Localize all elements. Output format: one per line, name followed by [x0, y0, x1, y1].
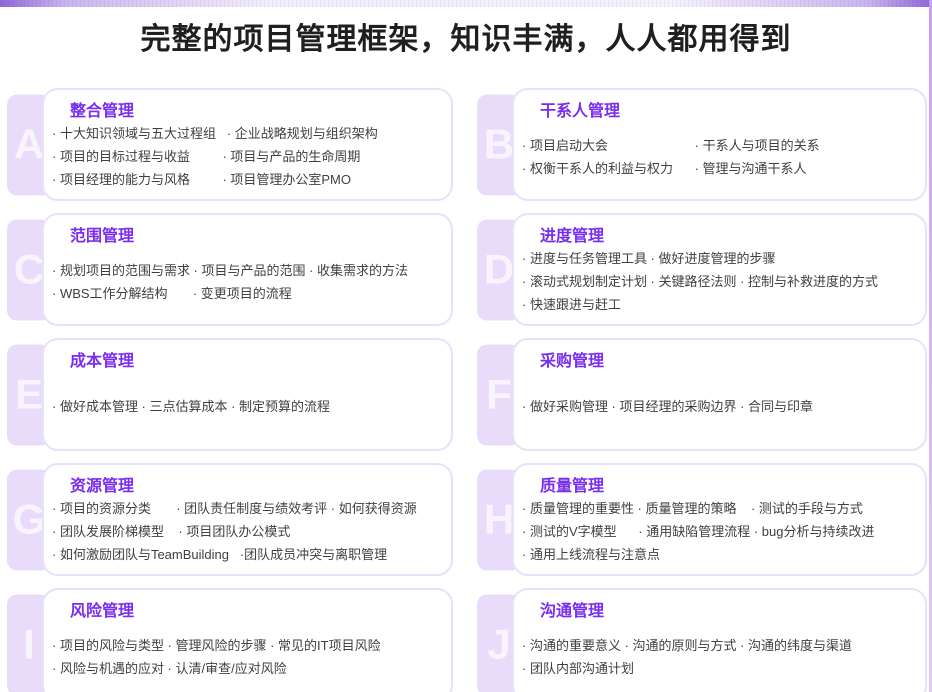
card-body: · 做好成本管理 · 三点估算成本 · 制定预算的流程	[52, 372, 439, 441]
card-title: 成本管理	[70, 352, 439, 372]
badge-letter: D	[484, 246, 514, 294]
card-line: · 项目启动大会 · 干系人与项目的关系	[522, 134, 913, 157]
badge-letter: B	[484, 121, 514, 169]
top-gradient-bar	[0, 0, 932, 7]
card-body: · 沟通的重要意义 · 沟通的原则与方式 · 沟通的纬度与渠道 · 团队内部沟通…	[522, 622, 913, 691]
card-line: · 项目经理的能力与风格 · 项目管理办公室PMO	[52, 168, 439, 191]
card: 进度管理 · 进度与任务管理工具 · 做好进度管理的步骤 · 滚动式规划制定计划…	[512, 213, 927, 326]
badge-letter: G	[13, 496, 46, 544]
card-line: · 通用上线流程与注意点	[522, 543, 913, 566]
card-quality-management: H 质量管理 · 质量管理的重要性 · 质量管理的策略 · 测试的手段与方式 ·…	[477, 463, 927, 576]
card-line: · WBS工作分解结构 · 变更项目的流程	[52, 282, 439, 305]
card-body: · 进度与任务管理工具 · 做好进度管理的步骤 · 滚动式规划制定计划 · 关键…	[522, 247, 913, 316]
card-title: 资源管理	[70, 477, 439, 497]
card-line: · 快速跟进与赶工	[522, 293, 913, 316]
card-body: · 质量管理的重要性 · 质量管理的策略 · 测试的手段与方式 · 测试的V字模…	[522, 497, 913, 566]
card: 干系人管理 · 项目启动大会 · 干系人与项目的关系 · 权衡干系人的利益与权力…	[512, 88, 927, 201]
card-line: · 团队内部沟通计划	[522, 657, 913, 680]
card-body: · 十大知识领域与五大过程组 · 企业战略规划与组织架构 · 项目的目标过程与收…	[52, 122, 439, 191]
card-body: · 做好采购管理 · 项目经理的采购边界 · 合同与印章	[522, 372, 913, 441]
card: 沟通管理 · 沟通的重要意义 · 沟通的原则与方式 · 沟通的纬度与渠道 · 团…	[512, 588, 927, 692]
card: 整合管理 · 十大知识领域与五大过程组 · 企业战略规划与组织架构 · 项目的目…	[42, 88, 453, 201]
card-line: · 沟通的重要意义 · 沟通的原则与方式 · 沟通的纬度与渠道	[522, 634, 913, 657]
card-risk-management: I 风险管理 · 项目的风险与类型 · 管理风险的步骤 · 常见的IT项目风险 …	[7, 588, 453, 692]
badge-letter: F	[486, 371, 512, 419]
card: 质量管理 · 质量管理的重要性 · 质量管理的策略 · 测试的手段与方式 · 测…	[512, 463, 927, 576]
page-title: 完整的项目管理框架，知识丰满，人人都用得到	[0, 14, 932, 58]
card-communication-management: J 沟通管理 · 沟通的重要意义 · 沟通的原则与方式 · 沟通的纬度与渠道 ·…	[477, 588, 927, 692]
card-title: 干系人管理	[540, 102, 913, 122]
card-title: 质量管理	[540, 477, 913, 497]
badge-letter: I	[23, 621, 35, 669]
card-title: 范围管理	[70, 227, 439, 247]
card-line: · 质量管理的重要性 · 质量管理的策略 · 测试的手段与方式	[522, 497, 913, 520]
card-title: 沟通管理	[540, 602, 913, 622]
card-line: · 团队发展阶梯模型 · 项目团队办公模式	[52, 520, 439, 543]
card-title: 采购管理	[540, 352, 913, 372]
page-section: 完整的项目管理框架，知识丰满，人人都用得到 A 整合管理 · 十大知识领域与五大…	[0, 0, 932, 692]
card-line: · 进度与任务管理工具 · 做好进度管理的步骤	[522, 247, 913, 270]
card-line: · 滚动式规划制定计划 · 关键路径法则 · 控制与补救进度的方式	[522, 270, 913, 293]
card-line: · 如何激励团队与TeamBuilding ·团队成员冲突与离职管理	[52, 543, 439, 566]
card-body: · 项目的风险与类型 · 管理风险的步骤 · 常见的IT项目风险 · 风险与机遇…	[52, 622, 439, 691]
card-line: · 做好采购管理 · 项目经理的采购边界 · 合同与印章	[522, 395, 913, 418]
card-body: · 项目启动大会 · 干系人与项目的关系 · 权衡干系人的利益与权力 · 管理与…	[522, 122, 913, 191]
card-body: · 项目的资源分类 · 团队责任制度与绩效考评 · 如何获得资源 · 团队发展阶…	[52, 497, 439, 566]
badge-letter: E	[15, 371, 43, 419]
card-line: · 做好成本管理 · 三点估算成本 · 制定预算的流程	[52, 395, 439, 418]
card-line: · 十大知识领域与五大过程组 · 企业战略规划与组织架构	[52, 122, 439, 145]
card: 资源管理 · 项目的资源分类 · 团队责任制度与绩效考评 · 如何获得资源 · …	[42, 463, 453, 576]
card: 风险管理 · 项目的风险与类型 · 管理风险的步骤 · 常见的IT项目风险 · …	[42, 588, 453, 692]
card-resource-management: G 资源管理 · 项目的资源分类 · 团队责任制度与绩效考评 · 如何获得资源 …	[7, 463, 453, 576]
card-cost-management: E 成本管理 · 做好成本管理 · 三点估算成本 · 制定预算的流程	[7, 338, 453, 451]
badge-letter: C	[14, 246, 44, 294]
card-scope-management: C 范围管理 · 规划项目的范围与需求 · 项目与产品的范围 · 收集需求的方法…	[7, 213, 453, 326]
card-line: · 项目的资源分类 · 团队责任制度与绩效考评 · 如何获得资源	[52, 497, 439, 520]
badge-letter: A	[14, 121, 44, 169]
card-line: · 规划项目的范围与需求 · 项目与产品的范围 · 收集需求的方法	[52, 259, 439, 282]
card-body: · 规划项目的范围与需求 · 项目与产品的范围 · 收集需求的方法 · WBS工…	[52, 247, 439, 316]
card-integration-management: A 整合管理 · 十大知识领域与五大过程组 · 企业战略规划与组织架构 · 项目…	[7, 88, 453, 201]
card-schedule-management: D 进度管理 · 进度与任务管理工具 · 做好进度管理的步骤 · 滚动式规划制定…	[477, 213, 927, 326]
card-grid: A 整合管理 · 十大知识领域与五大过程组 · 企业战略规划与组织架构 · 项目…	[0, 88, 927, 692]
card: 采购管理 · 做好采购管理 · 项目经理的采购边界 · 合同与印章	[512, 338, 927, 451]
card-line: · 项目的目标过程与收益 · 项目与产品的生命周期	[52, 145, 439, 168]
card-line: · 风险与机遇的应对 · 认清/审查/应对风险	[52, 657, 439, 680]
card: 成本管理 · 做好成本管理 · 三点估算成本 · 制定预算的流程	[42, 338, 453, 451]
card-line: · 权衡干系人的利益与权力 · 管理与沟通干系人	[522, 157, 913, 180]
card-stakeholder-management: B 干系人管理 · 项目启动大会 · 干系人与项目的关系 · 权衡干系人的利益与…	[477, 88, 927, 201]
card-procurement-management: F 采购管理 · 做好采购管理 · 项目经理的采购边界 · 合同与印章	[477, 338, 927, 451]
card-title: 整合管理	[70, 102, 439, 122]
badge-letter: H	[484, 496, 514, 544]
card-line: · 项目的风险与类型 · 管理风险的步骤 · 常见的IT项目风险	[52, 634, 439, 657]
card-title: 进度管理	[540, 227, 913, 247]
card-title: 风险管理	[70, 602, 439, 622]
card: 范围管理 · 规划项目的范围与需求 · 项目与产品的范围 · 收集需求的方法 ·…	[42, 213, 453, 326]
badge-letter: J	[487, 621, 510, 669]
card-line: · 测试的V字模型 · 通用缺陷管理流程 · bug分析与持续改进	[522, 520, 913, 543]
